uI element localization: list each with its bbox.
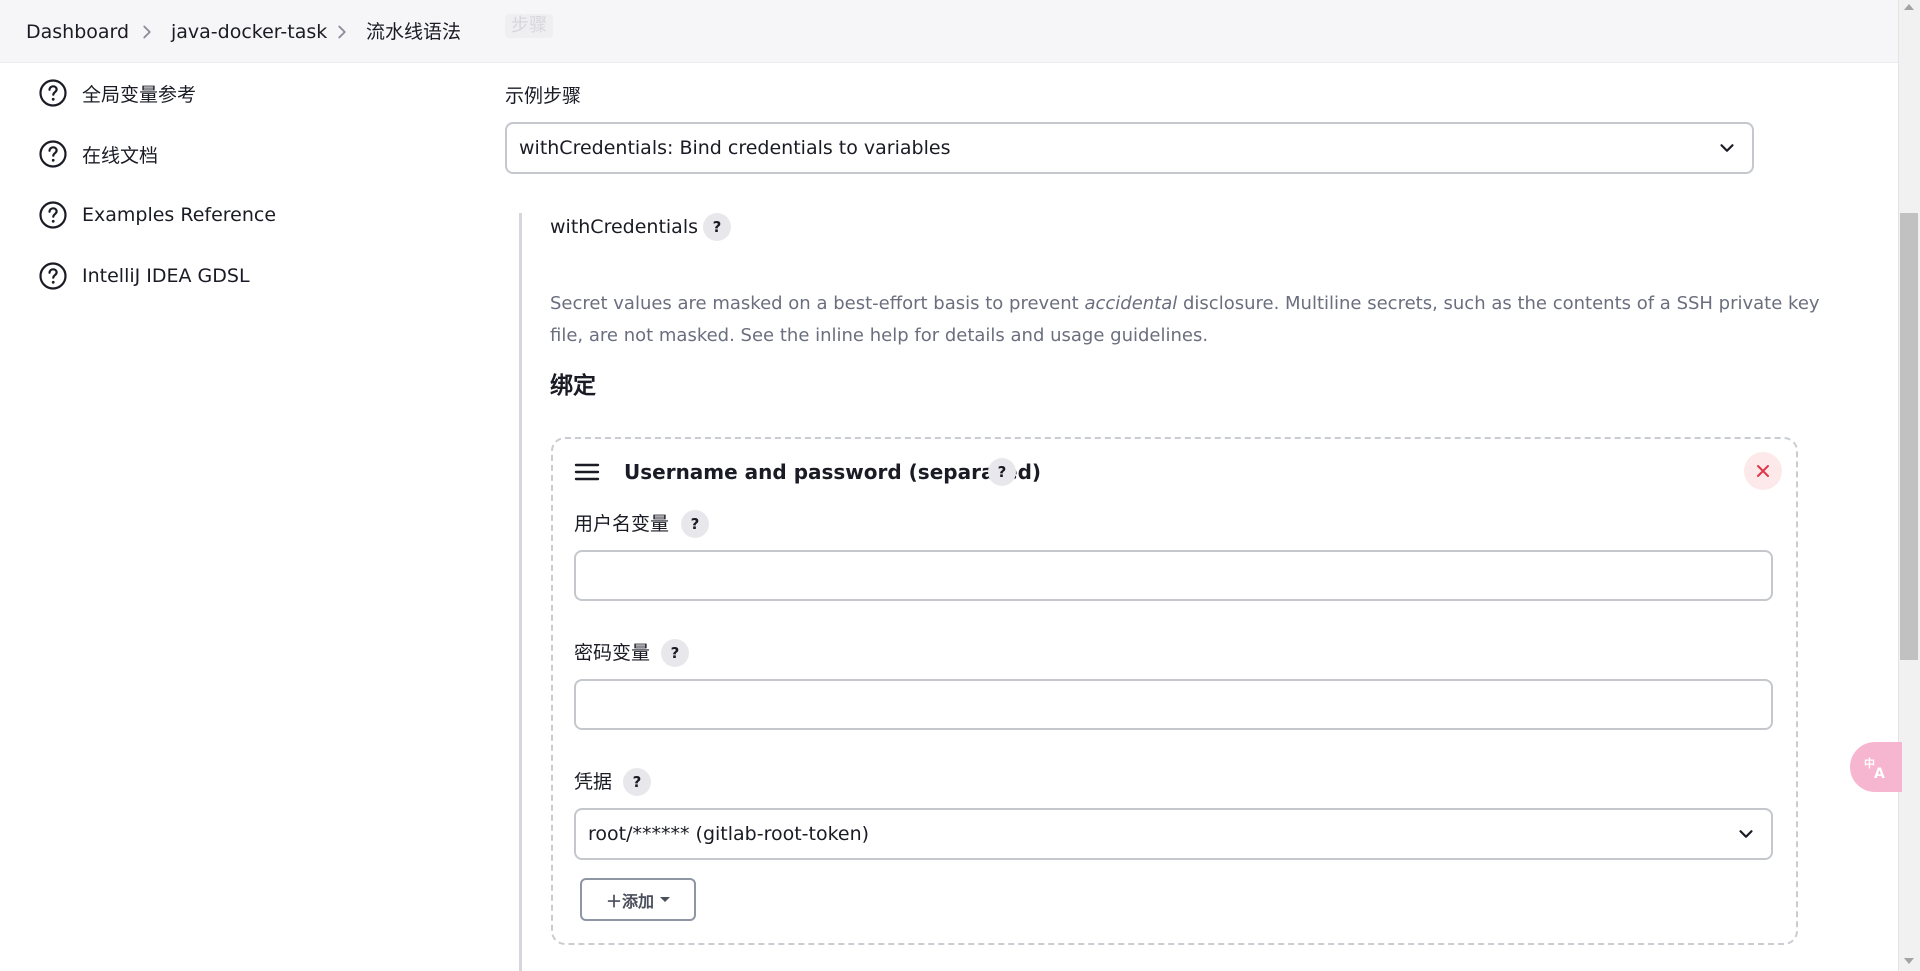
username-variable-input[interactable]: [574, 550, 1773, 601]
help-circle-icon: [38, 139, 68, 169]
help-button[interactable]: ?: [681, 510, 709, 538]
credentials-select[interactable]: root/****** (gitlab-root-token): [574, 808, 1773, 860]
credentials-value: root/****** (gitlab-root-token): [588, 823, 870, 845]
help-circle-icon: [38, 78, 68, 108]
add-credential-button[interactable]: ＋添加: [580, 878, 696, 921]
drag-handle-icon[interactable]: [574, 462, 600, 482]
help-button[interactable]: ?: [661, 639, 689, 667]
binding-title: Username and password (separated): [624, 460, 1042, 484]
bindings-title: 绑定: [550, 373, 596, 399]
sidebar-item-label: 全局变量参考: [82, 83, 197, 106]
chevron-down-icon: [1735, 823, 1757, 845]
translate-widget[interactable]: 中A: [1850, 742, 1902, 792]
help-circle-icon: [38, 200, 68, 230]
sidebar-item-label: 在线文档: [82, 144, 159, 167]
credentials-label: 凭据: [574, 771, 613, 793]
help-button[interactable]: ?: [703, 213, 731, 241]
help-circle-icon: [38, 261, 68, 291]
sidebar-item-intellij-gdsl[interactable]: IntelliJ IDEA GDSL: [38, 260, 250, 292]
sample-step-select[interactable]: withCredentials: Bind credentials to var…: [505, 122, 1754, 174]
username-variable-label: 用户名变量: [574, 513, 670, 535]
sidebar-item-label: Examples Reference: [82, 204, 277, 226]
close-icon: [1757, 465, 1769, 477]
svg-text:A: A: [1874, 766, 1885, 780]
help-button[interactable]: ?: [988, 458, 1016, 486]
chevron-down-icon: [1716, 137, 1738, 159]
breadcrumb-job[interactable]: java-docker-task: [171, 20, 327, 44]
step-config-divider: [519, 213, 522, 971]
sidebar-item-examples-reference[interactable]: Examples Reference: [38, 199, 276, 231]
scrollbar-thumb[interactable]: [1900, 213, 1918, 660]
breadcrumb-pipeline-syntax[interactable]: 流水线语法: [366, 20, 461, 44]
password-variable-input[interactable]: [574, 679, 1773, 730]
caret-down-icon: [660, 897, 670, 902]
delete-binding-button[interactable]: [1744, 452, 1782, 490]
step-description: Secret values are masked on a best-effor…: [550, 293, 1820, 346]
sidebar-item-online-docs[interactable]: 在线文档: [38, 138, 158, 170]
help-button[interactable]: ?: [623, 768, 651, 796]
password-variable-label: 密码变量: [574, 642, 651, 664]
translate-icon: 中A: [1864, 756, 1885, 780]
sticky-section-label: 步骤: [505, 14, 553, 38]
chevron-right-icon: [331, 21, 353, 43]
scroll-up-arrow-icon[interactable]: [1904, 4, 1914, 10]
chevron-right-icon: [136, 21, 158, 43]
sidebar-item-label: IntelliJ IDEA GDSL: [82, 265, 250, 287]
sidebar-item-global-variables[interactable]: 全局变量参考: [38, 77, 196, 109]
sample-step-label: 示例步骤: [505, 85, 582, 107]
breadcrumb-dashboard[interactable]: Dashboard: [26, 20, 129, 44]
step-name: withCredentials: [550, 216, 699, 238]
scroll-down-arrow-icon[interactable]: [1904, 958, 1914, 964]
sample-step-value: withCredentials: Bind credentials to var…: [519, 137, 951, 159]
